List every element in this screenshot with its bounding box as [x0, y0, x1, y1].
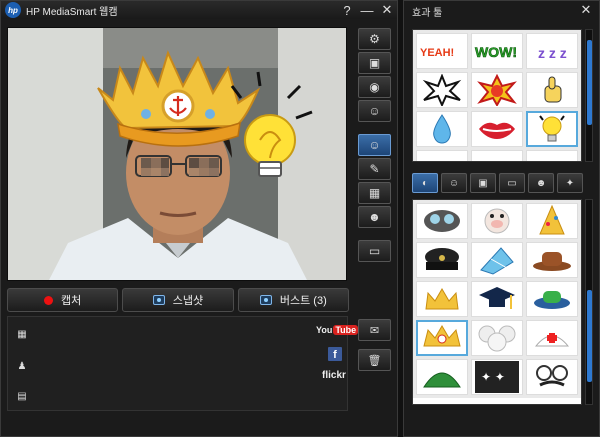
pencil-icon[interactable]: ✎	[358, 158, 391, 180]
tab-costumes-icon[interactable]: ◐	[412, 173, 438, 193]
costume-gold-crown[interactable]	[416, 320, 468, 356]
costume-pig[interactable]	[471, 203, 523, 239]
sticker-thumb[interactable]	[526, 72, 578, 108]
snapshot-label: 스냅샷	[172, 295, 204, 307]
effects-title: 효과 툴	[412, 8, 443, 19]
costume-windows[interactable]	[471, 242, 523, 278]
svg-text:✦ ✦: ✦ ✦	[481, 370, 505, 384]
snapshot-button[interactable]: 스냅샷	[122, 288, 234, 312]
svg-text:YEAH!: YEAH!	[420, 47, 454, 59]
capture-label: 캡처	[61, 295, 82, 307]
sticker-bulb[interactable]	[526, 111, 578, 147]
add-avatar-icon[interactable]: ☺	[358, 100, 391, 122]
record-icon	[44, 295, 54, 305]
hp-logo: hp	[5, 2, 21, 18]
costume-mustache-glasses[interactable]	[526, 359, 578, 395]
email-icon[interactable]: ✉	[358, 319, 391, 341]
costume-police-cap[interactable]	[416, 242, 468, 278]
sticker-yeah[interactable]: YEAH!	[416, 33, 468, 69]
costume-cowboy-hat[interactable]	[526, 242, 578, 278]
tool-column: ⚙ ▣ ◉ ☺ ☺ ✎ ▦ ☻ ▭	[358, 28, 392, 264]
capture-button[interactable]: 캡처	[7, 288, 119, 312]
sticker-lips[interactable]	[471, 111, 523, 147]
costume-party-hat[interactable]	[526, 203, 578, 239]
tab-avatars-icon[interactable]: ☺	[441, 173, 467, 193]
trash-icon[interactable]: 🗑	[358, 349, 391, 371]
youtube-you-text: You	[316, 325, 333, 335]
settings-tools-icon[interactable]: ⚙	[358, 28, 391, 50]
costume-grid-panel: ✦ ✦	[412, 199, 582, 405]
main-window: hp HP MediaSmart 웹캠 ? — ✕ ⚙ ▣ ◉ ☺ ☺ ✎ ▦ …	[0, 0, 398, 437]
app-title: HP MediaSmart 웹캠	[26, 6, 118, 18]
sticker-burst[interactable]	[416, 72, 468, 108]
costume-mouse[interactable]	[471, 320, 523, 356]
webcam-preview[interactable]	[7, 27, 347, 281]
costume-scroll-thumb[interactable]	[587, 290, 592, 382]
tab-magic-icon[interactable]: ✦	[557, 173, 583, 193]
frame-effects-icon[interactable]: ▦	[358, 182, 391, 204]
facebook-share-button[interactable]: f	[328, 347, 342, 361]
person-tab-icon[interactable]: ♟	[14, 359, 30, 373]
youtube-share-button[interactable]: You Tube	[316, 325, 359, 335]
sticker-more-2[interactable]	[471, 150, 523, 161]
photos-tab-icon[interactable]: ▦	[14, 327, 30, 341]
side-bottom-column: ✉ 🗑	[358, 319, 392, 379]
fullscreen-icon[interactable]: ▣	[358, 52, 391, 74]
sticker-scrollbar[interactable]	[585, 29, 593, 162]
sticker-more-3[interactable]	[526, 150, 578, 161]
sticker-wow[interactable]: WOW!	[471, 33, 523, 69]
costume-nurse-cap[interactable]	[526, 320, 578, 356]
sticker-more-1[interactable]	[416, 150, 468, 161]
action-row: 캡처 스냅샷 버스트 (3)	[7, 288, 349, 312]
costume-grid: ✦ ✦	[413, 200, 581, 398]
effects-avatar-icon[interactable]: ☺	[358, 134, 391, 156]
youtube-tube-text: Tube	[333, 325, 359, 335]
title-bar: hp HP MediaSmart 웹캠 ? — ✕	[1, 1, 397, 19]
minimize-button[interactable]: —	[357, 1, 377, 19]
costume-grad-cap[interactable]	[471, 281, 523, 317]
help-button[interactable]: ?	[337, 1, 357, 19]
burst-label: 버스트 (3)	[279, 295, 327, 307]
flickr-share-button[interactable]: flickr	[322, 370, 346, 381]
tab-faces-icon[interactable]: ☻	[528, 173, 554, 193]
close-button[interactable]: ✕	[377, 1, 397, 19]
costume-scrollbar[interactable]	[585, 199, 593, 405]
effects-close-button[interactable]: ✕	[577, 1, 595, 19]
svg-text:z z z: z z z	[538, 45, 567, 61]
effect-category-tabs: ◐ ☺ ▣ ▭ ☻ ✦	[412, 173, 594, 193]
media-panel: ▦ ♟ ▤ You Tube f flickr	[7, 316, 359, 411]
sticker-drop[interactable]	[416, 111, 468, 147]
video-tab-icon[interactable]: ▤	[14, 389, 30, 403]
camera-icon	[152, 295, 165, 305]
costume-crown[interactable]	[416, 281, 468, 317]
burst-button[interactable]: 버스트 (3)	[237, 288, 349, 312]
costume-sparkles[interactable]: ✦ ✦	[471, 359, 523, 395]
sticker-scroll-thumb[interactable]	[587, 40, 592, 125]
eraser-icon[interactable]: ▭	[358, 240, 391, 262]
sticker-pow[interactable]	[471, 72, 523, 108]
effects-window: 효과 툴 ✕ YEAH! WOW! z z z ◐ ☺ ▣ ▭ ☻ ✦ ✦ ✦	[403, 0, 600, 437]
costume-eyes-mask[interactable]	[416, 203, 468, 239]
tab-backgrounds-icon[interactable]: ▭	[499, 173, 525, 193]
sticker-grid: YEAH! WOW! z z z	[413, 30, 581, 161]
face-tracking-icon[interactable]: ☻	[358, 206, 391, 228]
burst-camera-icon	[259, 295, 272, 305]
costume-melon[interactable]	[416, 359, 468, 395]
webcam-source-icon[interactable]: ◉	[358, 76, 391, 98]
costume-fancy-hat[interactable]	[526, 281, 578, 317]
sticker-zzz[interactable]: z z z	[526, 33, 578, 69]
svg-text:WOW!: WOW!	[475, 44, 517, 60]
sticker-grid-panel: YEAH! WOW! z z z	[412, 29, 582, 162]
tab-frames-icon[interactable]: ▣	[470, 173, 496, 193]
